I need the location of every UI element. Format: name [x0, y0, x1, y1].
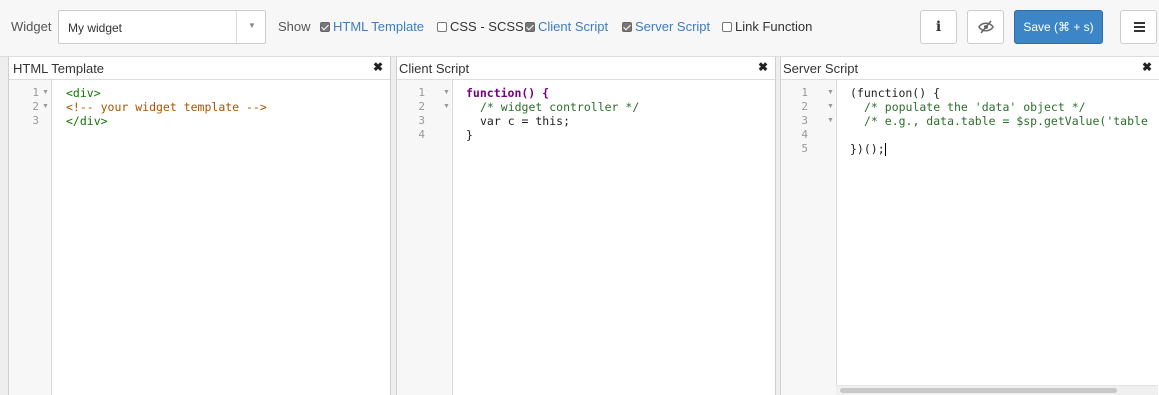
line-gutter: 1 ▼ 2 ▼ 3 4 — [397, 80, 453, 395]
line-number: 4 — [801, 128, 808, 141]
toggle-client-script[interactable]: Client Script — [525, 19, 608, 34]
server-script-pane: Server Script ✖ 1 ▼ 2 ▼ 3 ▼ 4 5 (functio… — [780, 57, 1159, 395]
line-number: 2 — [418, 100, 425, 113]
line-number: 4 — [418, 128, 425, 141]
html-template-header: HTML Template ✖ — [9, 57, 390, 80]
html-template-pane: HTML Template ✖ 1 ▼ 2 ▼ 3 <div> <!-- you… — [8, 57, 391, 395]
code-line: })(); — [850, 142, 886, 156]
caret-down-icon: ▼ — [248, 21, 256, 30]
eye-slash-icon — [977, 20, 994, 34]
widget-label: Widget — [11, 19, 52, 34]
toggle-preview-button[interactable] — [967, 10, 1004, 44]
line-number: 3 — [801, 114, 808, 127]
client-script-header: Client Script ✖ — [397, 57, 775, 80]
code-text: })(); — [850, 142, 885, 156]
pane-title: Client Script — [399, 61, 470, 76]
toggle-server-script[interactable]: Server Script — [622, 19, 710, 34]
code-area[interactable]: <div> <!-- your widget template --> </di… — [66, 86, 390, 395]
toggle-link-function[interactable]: Link Function — [722, 19, 812, 34]
fold-arrow-icon[interactable]: ▼ — [443, 100, 450, 114]
line-number: 1 — [32, 86, 39, 99]
checkbox-server-script[interactable] — [622, 21, 632, 32]
line-number: 2 — [801, 100, 808, 113]
code-line: /* widget controller */ — [480, 100, 640, 114]
widget-select[interactable]: My widget ▼ — [58, 10, 266, 44]
widget-select-toggle[interactable]: ▼ — [236, 11, 265, 43]
widget-select-value: My widget — [68, 21, 123, 35]
show-label: Show — [278, 19, 311, 34]
checkbox-css-scss[interactable] — [437, 21, 447, 32]
close-icon[interactable]: ✖ — [758, 60, 768, 74]
code-line: <!-- your widget template --> — [66, 100, 267, 114]
code-area[interactable]: (function() { /* populate the 'data' obj… — [850, 86, 1159, 385]
toolbar: Widget My widget ▼ Show HTML Template CS… — [0, 0, 1159, 57]
toggle-link-function-label: Link Function — [735, 19, 813, 34]
text-cursor — [884, 143, 886, 156]
toggle-server-script-label: Server Script — [635, 19, 711, 34]
info-icon: i — [935, 19, 942, 35]
save-button[interactable]: Save (⌘ + s) — [1014, 10, 1103, 44]
fold-arrow-icon[interactable]: ▼ — [443, 86, 450, 100]
line-number: 3 — [418, 114, 425, 127]
horizontal-scrollbar[interactable] — [836, 385, 1158, 395]
code-line: (function() { — [850, 86, 941, 100]
info-button[interactable]: i — [920, 10, 957, 44]
fold-arrow-icon[interactable]: ▼ — [827, 100, 834, 114]
close-icon[interactable]: ✖ — [373, 60, 383, 74]
checkbox-client-script[interactable] — [525, 21, 535, 32]
fold-arrow-icon[interactable]: ▼ — [827, 86, 834, 100]
toggle-html-template[interactable]: HTML Template — [320, 19, 424, 34]
code-line: <div> — [66, 86, 101, 100]
code-line: } — [466, 128, 473, 142]
code-line: </div> — [66, 114, 108, 128]
line-number: 1 — [801, 86, 808, 99]
scrollbar-thumb[interactable] — [840, 388, 1117, 393]
pane-title: Server Script — [783, 61, 859, 76]
close-icon[interactable]: ✖ — [1142, 60, 1152, 74]
toggle-css-scss-label: CSS - SCSS — [450, 19, 524, 34]
toggle-client-script-label: Client Script — [538, 19, 609, 34]
line-number: 2 — [32, 100, 39, 113]
code-line: /* e.g., data.table = $sp.getValue('tabl… — [864, 114, 1148, 128]
code-line: function() { — [466, 86, 550, 100]
checkbox-html-template[interactable] — [320, 21, 330, 32]
fold-arrow-icon[interactable]: ▼ — [827, 114, 834, 128]
menu-button[interactable] — [1120, 10, 1157, 44]
server-script-header: Server Script ✖ — [781, 57, 1159, 80]
code-area[interactable]: function() { /* widget controller */ var… — [466, 86, 775, 395]
client-script-pane: Client Script ✖ 1 ▼ 2 ▼ 3 4 function() {… — [396, 57, 776, 395]
pane-title: HTML Template — [13, 61, 105, 76]
fold-arrow-icon[interactable]: ▼ — [42, 100, 49, 114]
toggle-css-scss[interactable]: CSS - SCSS — [437, 19, 524, 34]
line-number: 1 — [418, 86, 425, 99]
line-gutter: 1 ▼ 2 ▼ 3 ▼ 4 5 — [781, 80, 837, 395]
line-number: 3 — [32, 114, 39, 127]
checkbox-link-function[interactable] — [722, 21, 732, 32]
code-line: var c = this; — [480, 114, 571, 128]
toggle-html-template-label: HTML Template — [333, 19, 425, 34]
line-number: 5 — [801, 142, 808, 155]
fold-arrow-icon[interactable]: ▼ — [42, 86, 49, 100]
code-line: /* populate the 'data' object */ — [864, 100, 1086, 114]
line-gutter: 1 ▼ 2 ▼ 3 — [9, 80, 52, 395]
